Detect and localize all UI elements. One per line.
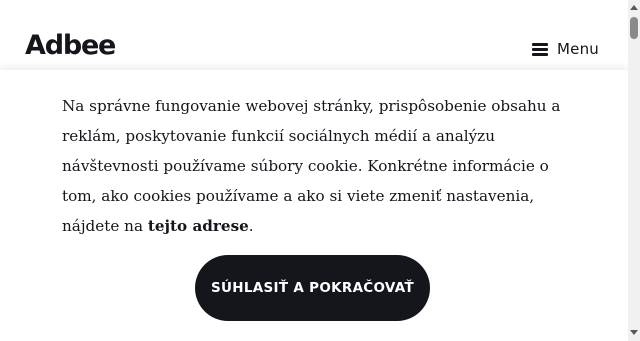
cookie-message: Na správne fungovanie webovej stránky, p… [62, 91, 582, 241]
hamburger-icon [532, 42, 548, 56]
page-scrollbar[interactable] [628, 0, 640, 341]
site-logo[interactable]: Adbee [25, 29, 116, 63]
scroll-up-arrow-icon[interactable] [630, 5, 638, 10]
cookie-policy-link[interactable]: tejto adrese [148, 217, 249, 235]
cookie-message-text: Na správne fungovanie webovej stránky, p… [62, 97, 561, 235]
menu-button[interactable]: Menu [532, 38, 599, 60]
scroll-down-arrow-icon[interactable] [630, 330, 638, 335]
cookie-message-end: . [248, 217, 254, 235]
accept-cookies-button[interactable]: SÚHLASIŤ A POKRAČOVAŤ [195, 255, 430, 321]
site-header: Adbee Menu [0, 0, 628, 70]
cookie-banner: Na správne fungovanie webovej stránky, p… [0, 70, 628, 341]
scrollbar-thumb[interactable] [630, 17, 638, 39]
menu-label: Menu [557, 40, 599, 58]
